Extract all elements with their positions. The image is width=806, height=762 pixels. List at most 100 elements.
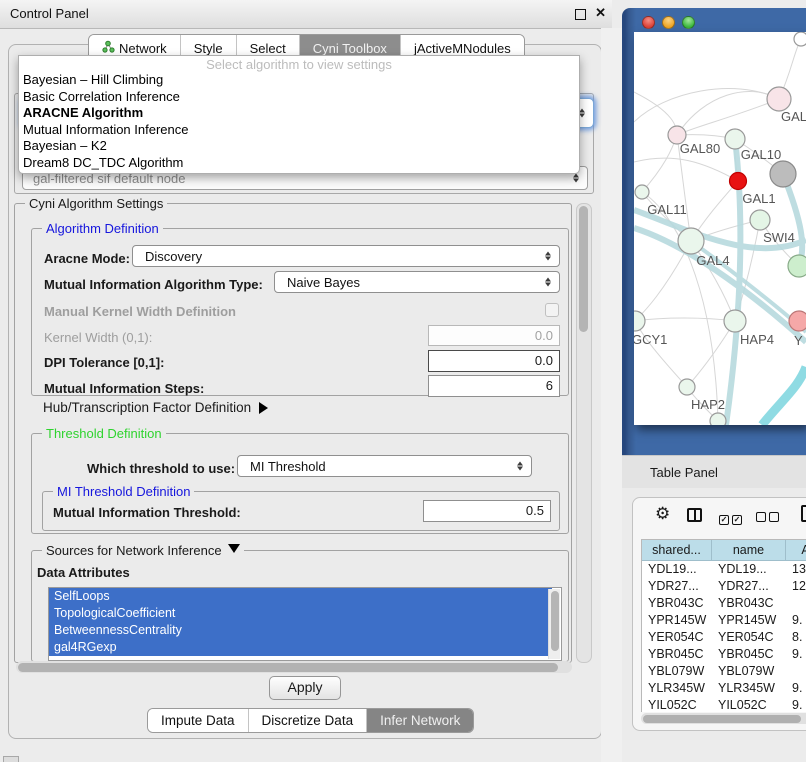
column-header-a[interactable]: A bbox=[786, 540, 806, 561]
tab-label: Select bbox=[250, 41, 286, 56]
manual-kernel-label: Manual Kernel Width Definition bbox=[44, 304, 236, 319]
settings-horizontal-scrollbar[interactable] bbox=[16, 661, 572, 673]
table-row[interactable]: YPR145WYPR145W9. bbox=[642, 612, 806, 629]
threshold-definition-group: Threshold Definition Which threshold to … bbox=[31, 433, 569, 534]
algorithm-dropdown-menu: Select algorithm to view settings Bayesi… bbox=[18, 55, 580, 174]
attribute-item-topologicalcoefficient[interactable]: TopologicalCoefficient bbox=[49, 605, 552, 622]
mi-steps-field[interactable]: 6 bbox=[428, 375, 560, 397]
close-icon[interactable]: ✕ bbox=[595, 5, 606, 21]
graph-node-10[interactable] bbox=[634, 311, 645, 331]
data-attributes-list: SelfLoopsTopologicalCoefficientBetweenne… bbox=[48, 587, 562, 661]
bottom-tab-impute-data[interactable]: Impute Data bbox=[148, 709, 248, 732]
aracne-mode-select[interactable]: Discovery bbox=[132, 245, 560, 267]
network-canvas[interactable]: GALGAL80GAL10GAL1GAL11SWI4GAL4GCY1HAP4YH… bbox=[634, 32, 806, 425]
close-button[interactable] bbox=[642, 16, 655, 29]
graph-node-1[interactable] bbox=[767, 87, 791, 111]
table-row[interactable]: YLR345WYLR345W9. bbox=[642, 680, 806, 697]
network-view-window[interactable]: GALGAL80GAL10GAL1GAL11SWI4GAL4GCY1HAP4YH… bbox=[622, 8, 806, 455]
manual-kernel-checkbox[interactable] bbox=[545, 303, 559, 317]
graph-node-4[interactable] bbox=[770, 161, 796, 187]
menu-item-bayesian-hill-climbing[interactable]: Bayesian – Hill Climbing bbox=[19, 72, 579, 89]
menu-item-bayesian-k2[interactable]: Bayesian – K2 bbox=[19, 138, 579, 155]
mi-threshold-field[interactable]: 0.5 bbox=[423, 500, 551, 522]
menu-item-aracne-algorithm[interactable]: ARACNE Algorithm bbox=[19, 105, 579, 122]
aracne-mode-label: Aracne Mode: bbox=[44, 251, 130, 266]
which-threshold-label: Which threshold to use: bbox=[87, 461, 235, 476]
attribute-item-selfloops[interactable]: SelfLoops bbox=[49, 588, 552, 605]
graph-node-5[interactable] bbox=[730, 173, 747, 190]
table-row[interactable]: YBL079WYBL079W bbox=[642, 663, 806, 680]
list-scrollbar[interactable] bbox=[548, 589, 560, 659]
combo-arrows-icon bbox=[517, 462, 523, 471]
graph-node-9[interactable] bbox=[788, 255, 806, 277]
document-icon[interactable] bbox=[801, 505, 806, 522]
table-cell bbox=[786, 663, 806, 680]
column-header-name[interactable]: name bbox=[712, 540, 786, 561]
zoom-button[interactable] bbox=[682, 16, 695, 29]
graph-node-12[interactable] bbox=[789, 311, 806, 331]
table-row[interactable]: YER054CYER054C8. bbox=[642, 629, 806, 646]
table-panel-titlebar: Table Panel bbox=[622, 455, 806, 490]
attribute-item-betweennesscentrality[interactable]: BetweennessCentrality bbox=[49, 622, 552, 639]
menu-item-basic-correlation-inference[interactable]: Basic Correlation Inference bbox=[19, 89, 579, 106]
minimize-button[interactable] bbox=[662, 16, 675, 29]
hub-definition-label: Hub/Transcription Factor Definition bbox=[43, 400, 251, 415]
bottom-left-widget[interactable] bbox=[3, 756, 19, 762]
table-cell: 9. bbox=[786, 680, 806, 697]
attribute-item-gal4rgexp[interactable]: gal4RGexp bbox=[49, 639, 552, 656]
graph-node-6[interactable] bbox=[635, 185, 649, 199]
dpi-tolerance-field[interactable]: 0.0 bbox=[428, 350, 560, 372]
tab-label: Style bbox=[194, 41, 223, 56]
graph-node-3[interactable] bbox=[725, 129, 745, 149]
sources-title[interactable]: Sources for Network Inference bbox=[42, 543, 244, 559]
node-table: shared...nameA YDL19...YDL19...13YDR27..… bbox=[641, 539, 806, 712]
control-panel-titlebar: Control Panel ✕ bbox=[0, 0, 612, 29]
cyni-settings-title: Cyni Algorithm Settings bbox=[25, 196, 167, 211]
which-threshold-select[interactable]: MI Threshold bbox=[237, 455, 532, 477]
dpi-tolerance-label: DPI Tolerance [0,1]: bbox=[44, 355, 164, 370]
table-row[interactable]: YDL19...YDL19...13 bbox=[642, 561, 806, 578]
combo-arrows-icon bbox=[545, 252, 551, 261]
table-cell bbox=[786, 595, 806, 612]
mi-type-select[interactable]: Naive Bayes bbox=[274, 271, 560, 293]
table-cell: YBR043C bbox=[642, 595, 712, 612]
deselect-all-icon[interactable] bbox=[756, 509, 782, 527]
split-columns-icon[interactable] bbox=[687, 508, 702, 522]
float-window-icon[interactable] bbox=[575, 9, 586, 20]
node-label-gal10: GAL10 bbox=[741, 147, 781, 162]
node-label-gal1: GAL1 bbox=[742, 191, 775, 206]
graph-node-7[interactable] bbox=[750, 210, 770, 230]
apply-button[interactable]: Apply bbox=[269, 676, 341, 700]
bottom-tab-infer-network[interactable]: Infer Network bbox=[366, 709, 473, 732]
table-row[interactable]: YDR27...YDR27...12 bbox=[642, 578, 806, 595]
table-row[interactable]: YBR045CYBR045C9. bbox=[642, 646, 806, 663]
menu-item-dream8-dc-tdc-algorithm[interactable]: Dream8 DC_TDC Algorithm bbox=[19, 155, 579, 172]
graph-node-0[interactable] bbox=[794, 32, 806, 46]
table-row[interactable]: YIL052CYIL052C9. bbox=[642, 697, 806, 712]
table-cell: YPR145W bbox=[642, 612, 712, 629]
menu-item-mutual-information-inference[interactable]: Mutual Information Inference bbox=[19, 122, 579, 139]
node-label-gal: GAL bbox=[781, 109, 806, 124]
settings-gear-icon[interactable]: ⚙ bbox=[655, 504, 670, 524]
settings-vertical-scrollbar[interactable] bbox=[576, 203, 592, 663]
table-horizontal-scrollbar[interactable] bbox=[641, 713, 806, 724]
algorithm-definition-title: Algorithm Definition bbox=[42, 221, 163, 236]
bottom-tab-discretize-data[interactable]: Discretize Data bbox=[248, 709, 367, 732]
table-cell: 9. bbox=[786, 646, 806, 663]
tab-label: Network bbox=[119, 41, 167, 56]
column-header-shared[interactable]: shared... bbox=[642, 540, 712, 561]
table-row[interactable]: YBR043CYBR043C bbox=[642, 595, 806, 612]
graph-node-13[interactable] bbox=[679, 379, 695, 395]
graph-node-8[interactable] bbox=[678, 228, 704, 254]
kernel-width-label: Kernel Width (0,1): bbox=[44, 330, 152, 345]
table-cell: YDL19... bbox=[712, 561, 786, 578]
kernel-width-field[interactable]: 0.0 bbox=[428, 325, 560, 346]
hub-definition-expander[interactable]: Hub/Transcription Factor Definition bbox=[43, 400, 274, 415]
mi-type-label: Mutual Information Algorithm Type: bbox=[44, 277, 263, 292]
table-cell: YLR345W bbox=[712, 680, 786, 697]
labels-layer: GALGAL80GAL10GAL1GAL11SWI4GAL4GCY1HAP4YH… bbox=[634, 109, 806, 412]
graph-node-11[interactable] bbox=[724, 310, 746, 332]
graph-node-14[interactable] bbox=[710, 413, 726, 425]
pane-gutter bbox=[601, 28, 622, 762]
select-all-icon[interactable]: ✓✓ bbox=[719, 509, 745, 527]
